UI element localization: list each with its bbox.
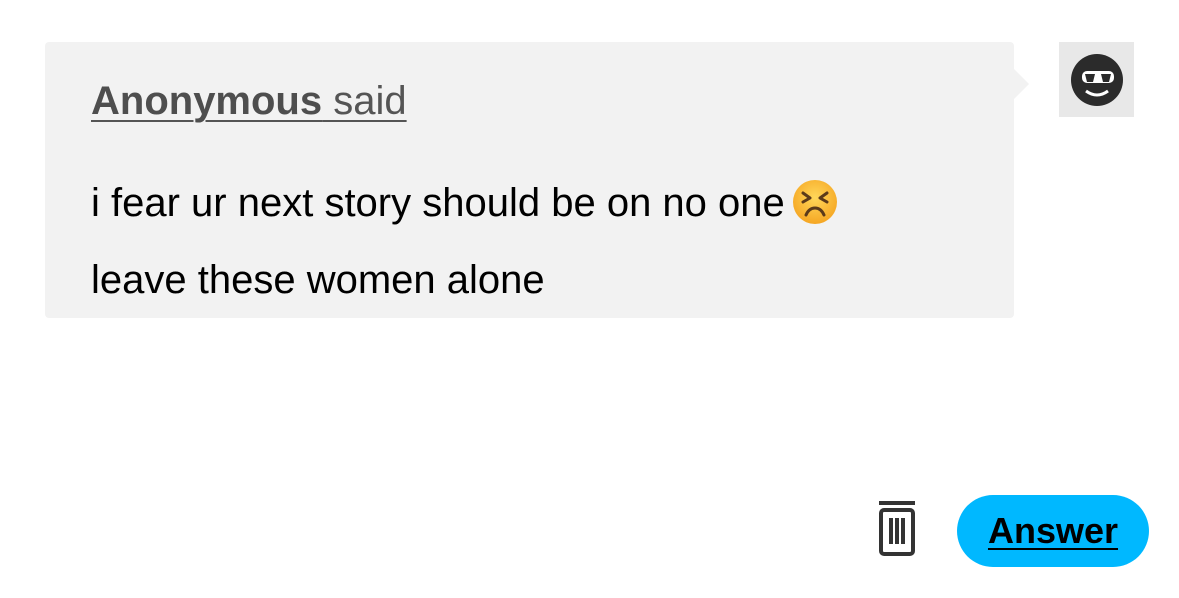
question-line-1-row: i fear ur next story should be on no one [91,170,971,247]
question-line-1: i fear ur next story should be on no one [91,181,785,225]
question-line-2: leave these women alone [91,258,545,302]
delete-button[interactable] [872,498,922,562]
answer-button-label: Answer [987,510,1119,551]
question-text: i fear ur next story should be on no one… [91,170,971,314]
ask-bubble: Anonymous said i fear ur next story shou… [45,42,1014,318]
persevering-face-icon [791,178,839,247]
answer-button[interactable]: Answer [957,495,1149,567]
bubble-tail [1013,68,1029,100]
trash-icon [875,498,919,563]
asker-said-label: said [322,79,407,123]
asker-link[interactable]: Anonymous said [91,79,407,123]
asker-name[interactable]: Anonymous [91,79,322,123]
sunglasses-face-avatar-icon[interactable] [1059,42,1134,117]
